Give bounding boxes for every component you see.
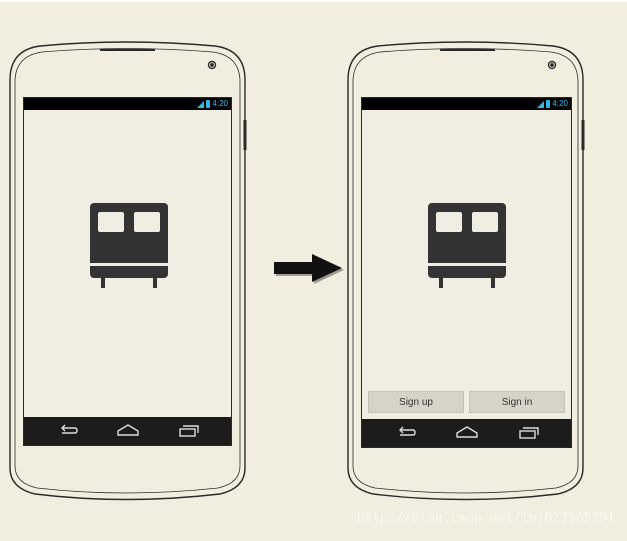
home-icon[interactable]: [116, 421, 140, 441]
bus-icon: [428, 203, 506, 288]
auth-buttons: Sign up Sign in: [368, 391, 565, 413]
battery-icon: [546, 100, 551, 108]
back-icon[interactable]: [394, 423, 418, 443]
status-indicators: 4:20: [537, 98, 568, 110]
status-bar: 4:20: [362, 98, 571, 110]
status-bar: 4:20: [24, 98, 231, 110]
navigation-bar: [24, 417, 231, 445]
recent-apps-icon[interactable]: [517, 423, 541, 443]
signal-icon: [197, 100, 205, 108]
signal-icon: [537, 100, 545, 108]
battery-icon: [206, 100, 211, 108]
watermark: http://blog.csdn.net/lmj623565791: [356, 511, 615, 526]
status-indicators: 4:20: [197, 98, 228, 110]
back-icon[interactable]: [56, 421, 80, 441]
sign-in-button[interactable]: Sign in: [469, 391, 565, 413]
status-time: 4:20: [212, 99, 228, 108]
arrow-right-icon: [274, 254, 344, 284]
sign-up-button[interactable]: Sign up: [368, 391, 464, 413]
left-phone-screen: 4:20: [23, 97, 232, 446]
status-time: 4:20: [552, 99, 568, 108]
navigation-bar: [362, 419, 571, 447]
right-phone-screen: 4:20 Sign up Sign in: [361, 97, 572, 448]
bus-icon: [90, 203, 168, 288]
home-icon[interactable]: [455, 423, 479, 443]
recent-apps-icon[interactable]: [177, 421, 201, 441]
